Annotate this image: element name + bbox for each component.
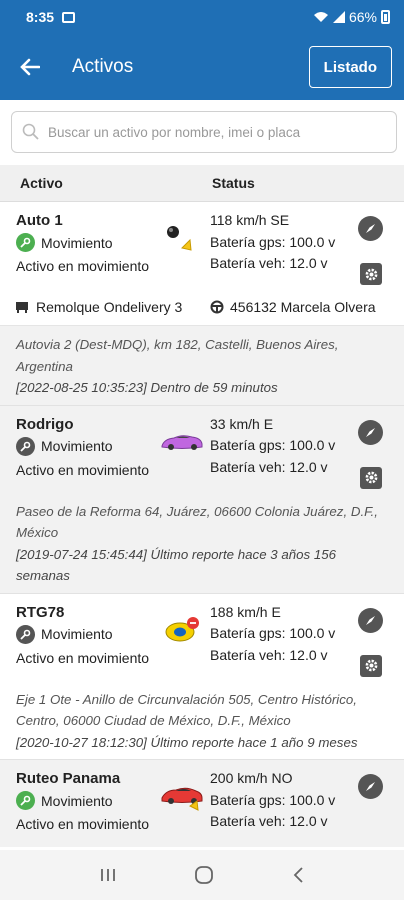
asset-address: Eje 1 Ote - Anillo de Circunvalación 505…: [16, 691, 357, 729]
asset-gps-battery: Batería gps: 100.0 v: [210, 233, 336, 250]
purple-car-icon: [161, 434, 203, 450]
asset-name: Ruteo Panama: [16, 770, 121, 787]
gear-icon: [365, 471, 377, 484]
trailer-name: Remolque Ondelivery 3: [36, 299, 183, 315]
asset-speed: 188 km/h E: [210, 603, 281, 620]
asset-description: Activo en movimiento: [16, 258, 150, 274]
asset-speed: 33 km/h E: [210, 415, 274, 432]
search-input[interactable]: Buscar un activo por nombre, imei o plac…: [11, 111, 397, 153]
compass-icon: [366, 224, 375, 233]
compass-icon: [366, 615, 375, 625]
asset-address: Paseo de la Reforma 64, Juárez, 06600 Co…: [16, 503, 378, 541]
compass-button[interactable]: [358, 419, 383, 445]
page-title: Activos: [72, 56, 134, 77]
asset-last-report: [2020-10-27 18:12:30] Último reporte hac…: [16, 734, 358, 750]
asset-name: Auto 1: [16, 212, 63, 229]
settings-button[interactable]: [360, 466, 382, 489]
asset-address-block: Autovia 2 (Dest-MDQ), km 182, Castelli, …: [0, 326, 404, 406]
back-nav-icon[interactable]: [291, 866, 305, 884]
asset-row[interactable]: Ruteo Panama Movimiento Activo en movimi…: [0, 760, 404, 847]
table-header: Activo Status: [0, 165, 404, 202]
asset-list: Auto 1 Movimiento Activo en movimiento 1…: [0, 202, 404, 847]
gear-icon: [365, 268, 377, 280]
asset-speed: 118 km/h SE: [210, 212, 290, 228]
asset-state: Movimiento: [41, 626, 113, 642]
asset-vehicle-battery: Batería veh: 12.0 v: [210, 458, 328, 475]
yellow-car-icon: [165, 616, 199, 641]
status-bar: 8:35 66%: [0, 0, 404, 34]
asset-vehicle-battery: Batería veh: 12.0 v: [210, 646, 328, 663]
asset-speed: 200 km/h NO: [210, 770, 293, 786]
asset-row[interactable]: Auto 1 Movimiento Activo en movimiento 1…: [0, 202, 404, 289]
status-time: 8:35: [26, 9, 55, 25]
asset-address-block: Paseo de la Reforma 64, Juárez, 06600 Co…: [0, 492, 404, 594]
red-car-icon: [161, 787, 203, 811]
asset-description: Activo en movimiento: [16, 461, 150, 478]
gallery-notification-icon: [62, 11, 76, 23]
compass-icon: [366, 782, 375, 791]
system-nav-bar: [0, 850, 404, 900]
asset-vehicle-battery: Batería veh: 12.0 v: [210, 813, 328, 829]
signal-icon: [332, 11, 345, 23]
asset-name: RTG78: [16, 603, 65, 621]
asset-state: Movimiento: [41, 792, 113, 809]
search-placeholder: Buscar un activo por nombre, imei o plac…: [48, 124, 301, 140]
settings-button[interactable]: [360, 654, 382, 677]
asset-gps-battery: Batería gps: 100.0 v: [210, 791, 336, 808]
asset-description: Activo en movimiento: [16, 649, 150, 666]
key-icon: [16, 436, 35, 456]
asset-meta-row: Remolque Ondelivery 3 456132 Marcela Olv…: [0, 289, 404, 326]
arrow-left-icon: [20, 58, 40, 76]
driver-name: 456132 Marcela Olvera: [230, 299, 376, 315]
asset-gps-battery: Batería gps: 100.0 v: [210, 437, 336, 453]
asset-state: Movimiento: [41, 234, 113, 251]
key-icon: [16, 624, 35, 644]
asset-description: Activo en movimiento: [16, 816, 150, 832]
compass-button[interactable]: [358, 774, 383, 799]
compass-button[interactable]: [358, 607, 383, 633]
recent-apps-icon[interactable]: [99, 867, 117, 883]
wifi-icon: [313, 12, 328, 22]
asset-last-report: [2022-08-25 10:35:23] Dentro de 59 minut…: [16, 380, 278, 395]
ball-vehicle-icon: [167, 226, 192, 251]
asset-address-block: Eje 1 Ote - Anillo de Circunvalación 505…: [0, 680, 404, 760]
asset-state: Movimiento: [41, 438, 113, 454]
search-icon: [22, 123, 39, 140]
asset-address: Autovia 2 (Dest-MDQ), km 182, Castelli, …: [16, 337, 339, 374]
steering-wheel-icon: [210, 300, 224, 314]
compass-icon: [366, 427, 375, 437]
asset-gps-battery: Batería gps: 100.0 v: [210, 625, 336, 641]
back-button[interactable]: [0, 34, 60, 100]
trailer-icon: [16, 301, 28, 313]
battery-icon: [381, 10, 390, 24]
key-icon: [16, 233, 35, 252]
gear-icon: [365, 659, 377, 672]
column-activo: Activo: [20, 175, 63, 191]
asset-last-report: [2019-07-24 15:45:44] Último reporte hac…: [16, 546, 337, 584]
compass-button[interactable]: [358, 216, 383, 241]
key-icon: [16, 791, 35, 810]
asset-row[interactable]: RTG78 Movimiento Activo en movimiento 18…: [0, 593, 404, 681]
asset-name: Rodrigo: [16, 415, 74, 433]
asset-row[interactable]: Rodrigo Movimiento Activo en movimiento …: [0, 405, 404, 493]
app-bar: Activos Listado: [0, 34, 404, 100]
battery-percent: 66%: [348, 9, 377, 25]
home-icon[interactable]: [194, 865, 214, 885]
column-status: Status: [212, 175, 255, 191]
asset-vehicle-battery: Batería veh: 12.0 v: [210, 255, 328, 271]
settings-button[interactable]: [360, 263, 382, 285]
listado-button[interactable]: Listado: [308, 46, 392, 88]
